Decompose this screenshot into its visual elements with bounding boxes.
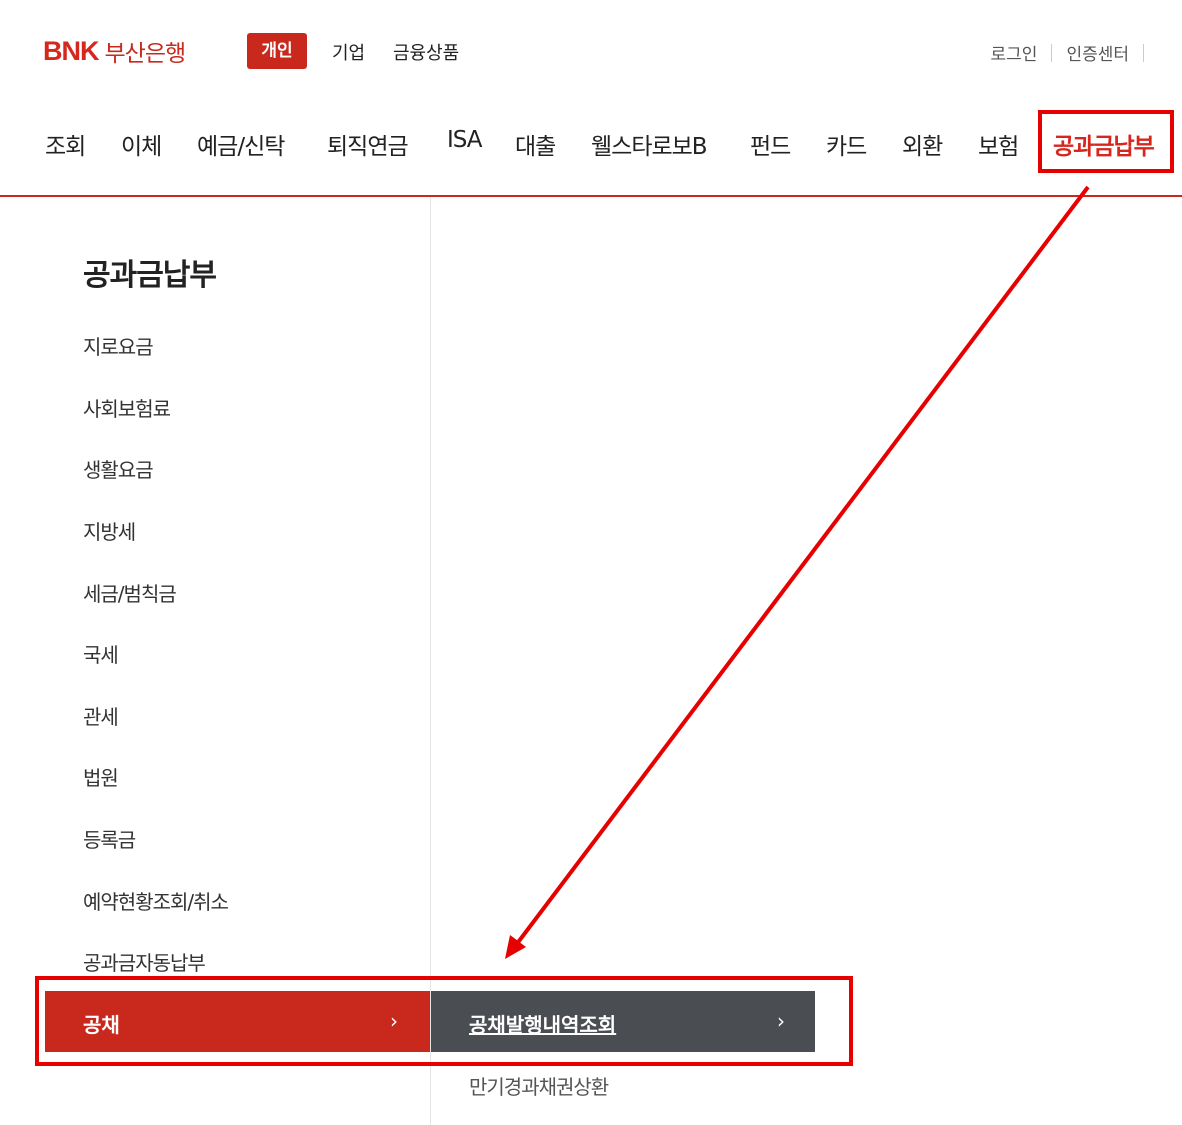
lnb-item-national-tax[interactable]: 국세 [83, 639, 119, 668]
bnk-logo[interactable]: BNK 부산은행 [43, 34, 187, 68]
tab-financial-products[interactable]: 금융상품 [393, 39, 459, 65]
divider [1051, 43, 1053, 62]
gnb-item-loan[interactable]: 대출 [515, 127, 556, 161]
divider [1143, 43, 1144, 62]
lnb-item-local-tax[interactable]: 지방세 [83, 516, 136, 545]
lnb-title: 공과금납부 [83, 258, 217, 293]
utility-links: 로그인 인증센터 [991, 40, 1158, 65]
lnb-item-social-insurance[interactable]: 사회보험료 [83, 393, 171, 422]
gnb-item-fund[interactable]: 펀드 [750, 127, 791, 161]
cert-center-link[interactable]: 인증센터 [1066, 40, 1129, 65]
lnb-item-living-fees[interactable]: 생활요금 [83, 454, 154, 483]
gnb-item-fx[interactable]: 외환 [902, 127, 943, 161]
gnb-underline [0, 195, 1182, 197]
lnb-item-auto-payment[interactable]: 공과금자동납부 [83, 947, 206, 976]
highlight-box-menu [35, 976, 853, 1066]
global-nav: 조회 이체 예금/신탁 퇴직연금 ISA 대출 웰스타로보B 펀드 카드 외환 … [0, 127, 1182, 167]
login-link[interactable]: 로그인 [991, 40, 1038, 65]
gnb-item-pension[interactable]: 퇴직연금 [327, 127, 409, 161]
gnb-item-inquiry[interactable]: 조회 [45, 127, 86, 161]
lnb-item-reservation[interactable]: 예약현황조회/취소 [83, 886, 229, 915]
tab-corporate[interactable]: 기업 [332, 39, 365, 65]
lnb-item-tuition[interactable]: 등록금 [83, 824, 136, 853]
gnb-item-transfer[interactable]: 이체 [121, 127, 162, 161]
gnb-item-card[interactable]: 카드 [826, 127, 867, 161]
logo-bnk-text: BNK [43, 35, 99, 66]
lnb-item-tax-fines[interactable]: 세금/범칙금 [83, 578, 177, 607]
gnb-item-insurance[interactable]: 보험 [978, 127, 1019, 161]
lnb-item-giro[interactable]: 지로요금 [83, 331, 154, 360]
submenu-matured-bond-redemption[interactable]: 만기경과채권상환 [469, 1071, 609, 1100]
lnb-item-customs[interactable]: 관세 [83, 701, 119, 730]
logo-bank-name: 부산은행 [104, 41, 187, 67]
gnb-item-deposit-trust[interactable]: 예금/신탁 [197, 127, 285, 161]
lnb-item-court[interactable]: 법원 [83, 762, 119, 791]
gnb-item-robo-advisor[interactable]: 웰스타로보B [591, 127, 708, 161]
highlight-box-nav [1038, 110, 1174, 173]
gnb-item-isa[interactable]: ISA [447, 127, 483, 153]
tab-personal[interactable]: 개인 [247, 33, 307, 69]
